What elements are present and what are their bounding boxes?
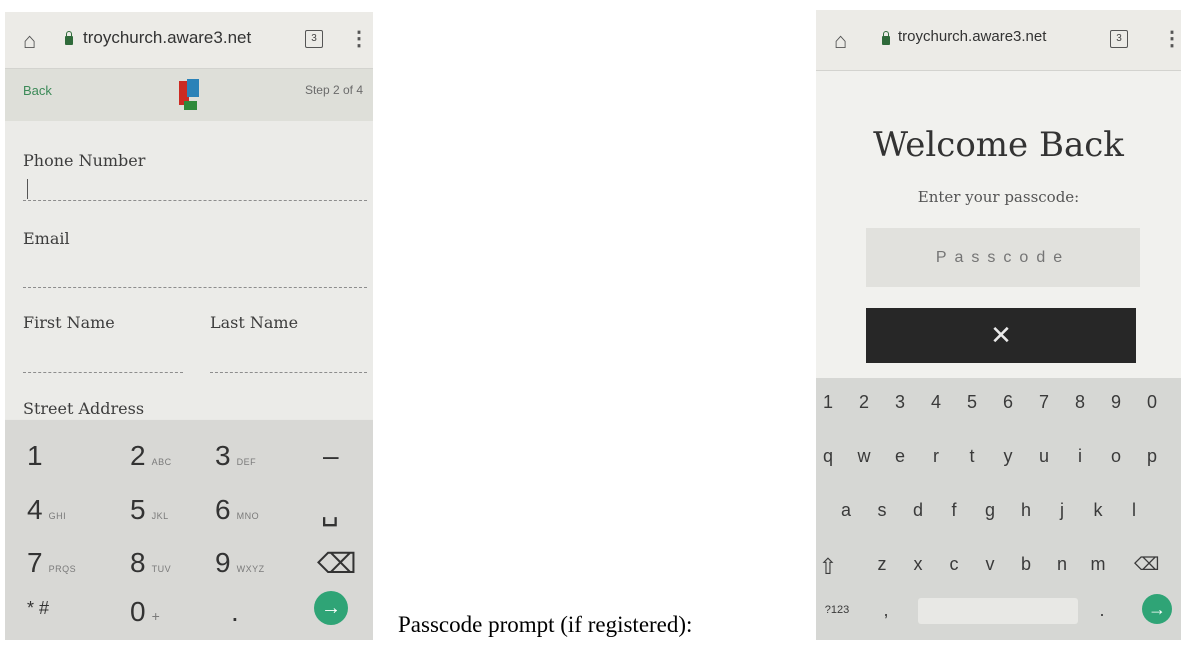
key-p[interactable]: p <box>1142 446 1162 467</box>
key-2[interactable]: 2 ABC <box>130 440 172 472</box>
key-y[interactable]: y <box>998 446 1018 467</box>
back-link[interactable]: Back <box>23 83 52 98</box>
key-a[interactable]: a <box>836 500 856 521</box>
key-j[interactable]: j <box>1052 500 1072 521</box>
key-9[interactable]: 9 WXYZ <box>215 547 265 579</box>
key-z[interactable]: z <box>872 554 892 575</box>
key-h[interactable]: h <box>1016 500 1036 521</box>
phone-number-label: Phone Number <box>23 151 146 170</box>
key-x[interactable]: x <box>908 554 928 575</box>
home-icon[interactable]: ⌂ <box>834 28 847 54</box>
key-star-hash[interactable]: * # <box>27 598 49 619</box>
key-8[interactable]: 8 TUV <box>130 547 171 579</box>
last-name-input[interactable] <box>210 372 367 373</box>
key-9[interactable]: 9 <box>1106 392 1126 413</box>
first-name-input[interactable] <box>23 372 183 373</box>
key-r[interactable]: r <box>926 446 946 467</box>
key-m[interactable]: m <box>1088 554 1108 575</box>
tab-switcher-icon[interactable]: 3 <box>1110 30 1128 48</box>
key-0[interactable]: 0 + <box>130 596 160 628</box>
passcode-screen: ⌂ troychurch.aware3.net 3 ⋮ Welcome Back… <box>816 10 1181 640</box>
backspace-icon[interactable]: ⌫ <box>1134 554 1159 575</box>
overflow-menu-icon[interactable]: ⋮ <box>1162 26 1181 51</box>
url-text[interactable]: troychurch.aware3.net <box>898 28 1046 45</box>
key-comma[interactable]: , <box>876 600 896 621</box>
tab-switcher-icon[interactable]: 3 <box>305 30 323 48</box>
space-bar[interactable] <box>918 598 1078 624</box>
key-5[interactable]: 5 <box>962 392 982 413</box>
key-b[interactable]: b <box>1016 554 1036 575</box>
key-u[interactable]: u <box>1034 446 1054 467</box>
key-n[interactable]: n <box>1052 554 1072 575</box>
shift-icon[interactable]: ⇧ <box>818 554 838 580</box>
step-indicator: Step 2 of 4 <box>304 83 363 97</box>
welcome-title: Welcome Back <box>873 125 1124 165</box>
key-7[interactable]: 7 <box>1034 392 1054 413</box>
email-label: Email <box>23 229 70 248</box>
key-c[interactable]: c <box>944 554 964 575</box>
numeric-keypad: 1 2 ABC 3 DEF – 4 GHI 5 JKL 6 MNO ␣ 7 PRQS 8 TU… <box>5 420 373 640</box>
key-q[interactable]: q <box>818 446 838 467</box>
phone-number-input[interactable] <box>23 200 367 201</box>
key-period[interactable]: . <box>1092 600 1112 621</box>
key-6[interactable]: 6 MNO <box>215 494 259 526</box>
symbols-key[interactable]: ?123 <box>822 604 852 616</box>
email-input[interactable] <box>23 287 367 288</box>
go-arrow-icon[interactable]: → <box>314 591 348 625</box>
key-w[interactable]: w <box>854 446 874 467</box>
overflow-menu-icon[interactable]: ⋮ <box>349 26 369 51</box>
key-period[interactable]: . <box>231 596 239 628</box>
key-8[interactable]: 8 <box>1070 392 1090 413</box>
lock-icon <box>882 31 890 45</box>
last-name-label: Last Name <box>210 313 299 332</box>
key-1[interactable]: 1 <box>27 440 43 472</box>
qwerty-keyboard: 1 2 3 4 5 6 7 8 9 0 q w e r t y u i o p … <box>816 378 1181 640</box>
key-4[interactable]: 4 <box>926 392 946 413</box>
key-d[interactable]: d <box>908 500 928 521</box>
registration-form: Phone Number Email First Name Last Name … <box>5 121 373 419</box>
key-dash[interactable]: – <box>323 440 339 472</box>
key-2[interactable]: 2 <box>854 392 874 413</box>
backspace-icon[interactable]: ⌫ <box>317 547 357 580</box>
key-s[interactable]: s <box>872 500 892 521</box>
key-f[interactable]: f <box>944 500 964 521</box>
passcode-input[interactable] <box>866 228 1140 287</box>
church-logo <box>179 79 199 111</box>
caption-text: Passcode prompt (if registered): <box>398 612 693 637</box>
key-o[interactable]: o <box>1106 446 1126 467</box>
clear-button[interactable]: ✕ <box>866 308 1136 363</box>
step-header: Back Step 2 of 4 <box>5 69 373 121</box>
key-4[interactable]: 4 GHI <box>27 494 66 526</box>
key-l[interactable]: l <box>1124 500 1144 521</box>
key-i[interactable]: i <box>1070 446 1090 467</box>
url-text[interactable]: troychurch.aware3.net <box>83 28 251 48</box>
key-3[interactable]: 3 DEF <box>215 440 256 472</box>
passcode-instruction: Enter your passcode: <box>917 188 1080 206</box>
enter-arrow-icon[interactable]: → <box>1142 594 1172 624</box>
key-t[interactable]: t <box>962 446 982 467</box>
key-g[interactable]: g <box>980 500 1000 521</box>
key-e[interactable]: e <box>890 446 910 467</box>
space-key-icon[interactable]: ␣ <box>321 494 339 527</box>
key-6[interactable]: 6 <box>998 392 1018 413</box>
browser-address-bar: ⌂ troychurch.aware3.net 3 ⋮ <box>816 10 1181 71</box>
browser-address-bar: ⌂ troychurch.aware3.net 3 ⋮ <box>5 12 373 69</box>
key-0[interactable]: 0 <box>1142 392 1162 413</box>
key-k[interactable]: k <box>1088 500 1108 521</box>
text-cursor <box>27 179 28 199</box>
registration-screen: ⌂ troychurch.aware3.net 3 ⋮ Back Step 2 … <box>5 12 373 640</box>
lock-icon <box>65 31 73 45</box>
key-5[interactable]: 5 JKL <box>130 494 169 526</box>
street-address-label: Street Address <box>23 399 145 418</box>
key-1[interactable]: 1 <box>818 392 838 413</box>
key-3[interactable]: 3 <box>890 392 910 413</box>
home-icon[interactable]: ⌂ <box>23 28 36 54</box>
key-7[interactable]: 7 PRQS <box>27 547 76 579</box>
key-v[interactable]: v <box>980 554 1000 575</box>
first-name-label: First Name <box>23 313 115 332</box>
